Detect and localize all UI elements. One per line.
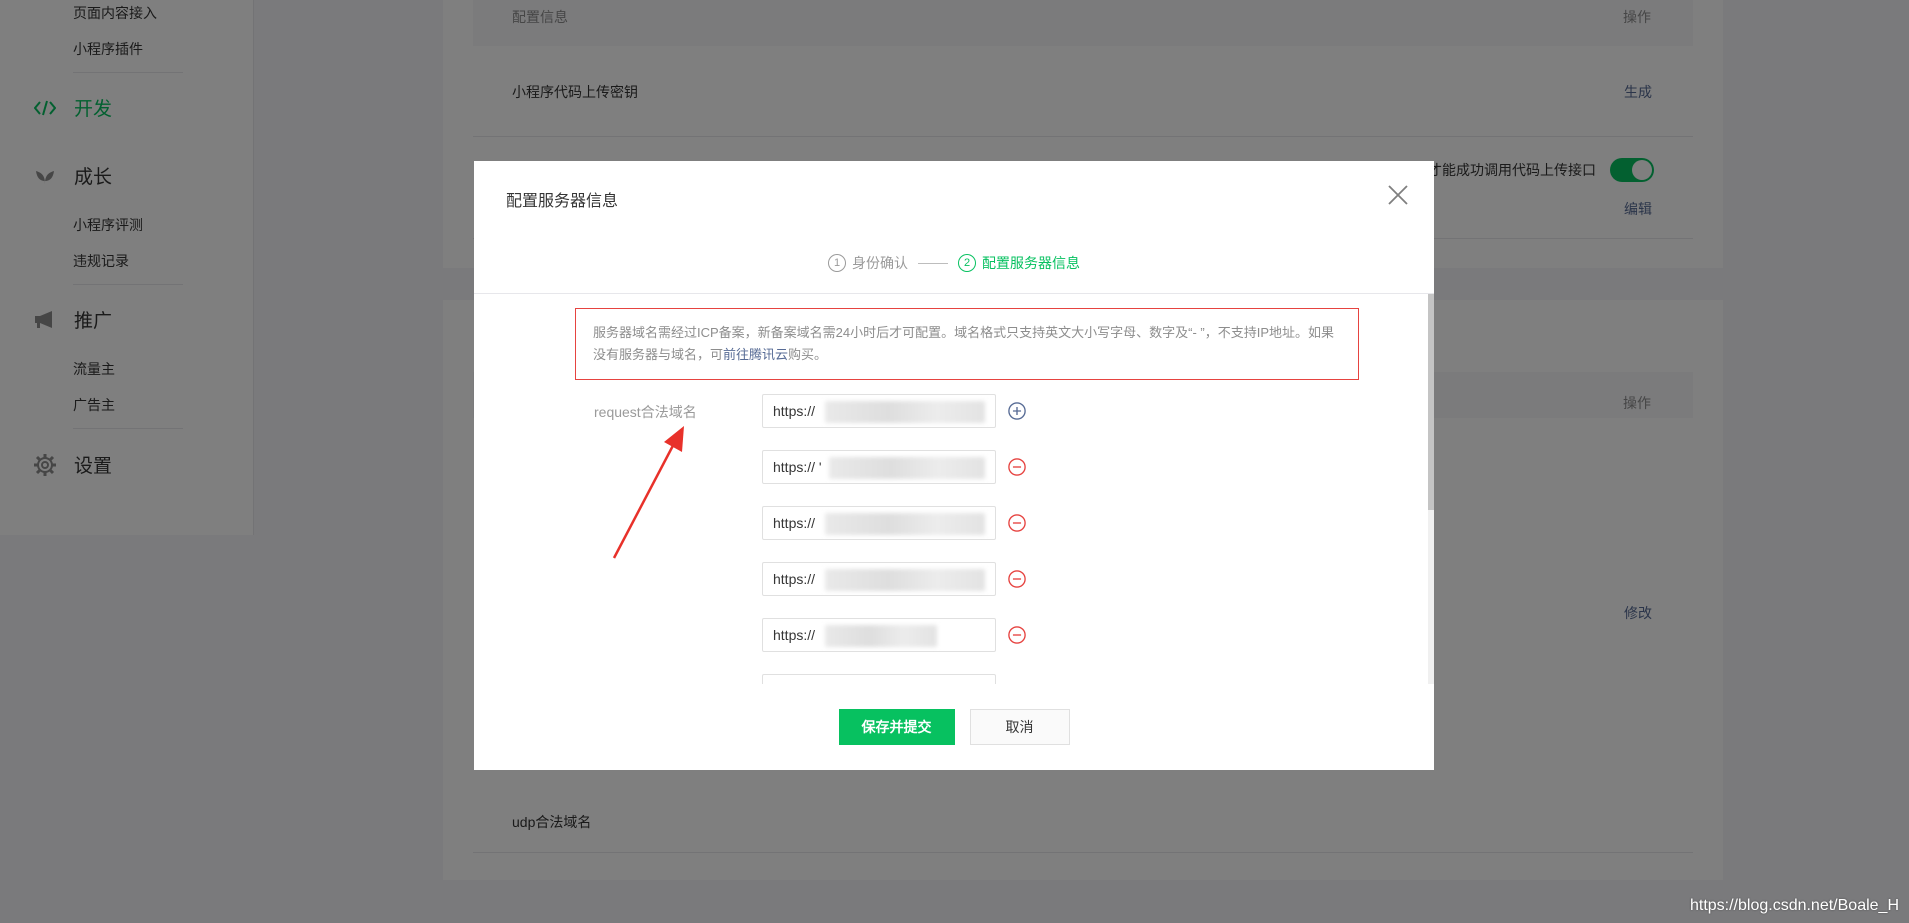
domain-input[interactable]: https:// <box>762 506 996 540</box>
step-number: 1 <box>828 254 846 272</box>
dialog-scrollbar[interactable] <box>1428 294 1434 684</box>
domain-row: https:// ' <box>762 450 1026 484</box>
remove-domain-icon[interactable] <box>1008 458 1026 476</box>
step-label: 身份确认 <box>852 255 908 271</box>
dialog-scroll-area[interactable]: 服务器域名需经过ICP备案，新备案域名需24小时后才可配置。域名格式只支持英文大… <box>474 294 1434 684</box>
domain-row: https:// <box>762 618 1026 652</box>
step-number: 2 <box>958 254 976 272</box>
notice-text: 服务器域名需经过ICP备案，新备案域名需24小时后才可配置。域名格式只支持英文大… <box>593 325 1335 362</box>
domain-prefix: https:// ' <box>773 459 822 475</box>
domain-prefix: https:// <box>773 627 816 643</box>
add-domain-icon[interactable] <box>1008 402 1026 420</box>
close-icon[interactable] <box>1386 183 1410 207</box>
domain-input[interactable]: https:// <box>762 394 996 428</box>
domain-input[interactable] <box>762 674 996 684</box>
icp-notice: 服务器域名需经过ICP备案，新备案域名需24小时后才可配置。域名格式只支持英文大… <box>575 308 1359 380</box>
redacted-domain <box>825 625 937 647</box>
annotation-arrow-icon <box>612 426 684 559</box>
step-label: 配置服务器信息 <box>982 255 1080 271</box>
domain-input[interactable]: https:// ' <box>762 450 996 484</box>
server-config-dialog: 配置服务器信息 1 身份确认 2 配置服务器信息 服务器域名需经过ICP备案，新… <box>474 161 1434 770</box>
domain-prefix: https:// <box>773 571 816 587</box>
watermark-text: https://blog.csdn.net/Boale_H <box>1689 897 1899 914</box>
step-connector <box>918 262 948 264</box>
request-domain-label: request合法域名 <box>594 404 697 420</box>
dialog-footer: 保存并提交 取消 <box>474 709 1434 745</box>
domain-row: https:// <box>762 562 1026 596</box>
domain-prefix: https:// <box>773 403 816 419</box>
step-identity: 1 身份确认 <box>828 253 908 273</box>
redacted-domain <box>825 513 985 535</box>
step-indicator: 1 身份确认 2 配置服务器信息 <box>474 253 1434 273</box>
redacted-domain <box>825 401 985 423</box>
domain-row: https:// <box>762 506 1026 540</box>
domain-input[interactable]: https:// <box>762 618 996 652</box>
domain-row-partial <box>762 674 996 684</box>
redacted-domain <box>829 457 985 479</box>
notice-suffix: 购买。 <box>788 347 828 362</box>
remove-domain-icon[interactable] <box>1008 570 1026 588</box>
remove-domain-icon[interactable] <box>1008 514 1026 532</box>
cancel-button[interactable]: 取消 <box>969 709 1070 745</box>
remove-domain-icon[interactable] <box>1008 626 1026 644</box>
dialog-title: 配置服务器信息 <box>506 193 619 210</box>
domain-prefix: https:// <box>773 515 816 531</box>
tencent-cloud-link[interactable]: 前往腾讯云 <box>723 347 788 362</box>
domain-row: https:// <box>762 394 1026 428</box>
scrollbar-thumb[interactable] <box>1428 294 1434 510</box>
domain-input[interactable]: https:// <box>762 562 996 596</box>
save-submit-button[interactable]: 保存并提交 <box>838 709 955 745</box>
redacted-domain <box>825 569 985 591</box>
step-server-config: 2 配置服务器信息 <box>958 253 1080 273</box>
